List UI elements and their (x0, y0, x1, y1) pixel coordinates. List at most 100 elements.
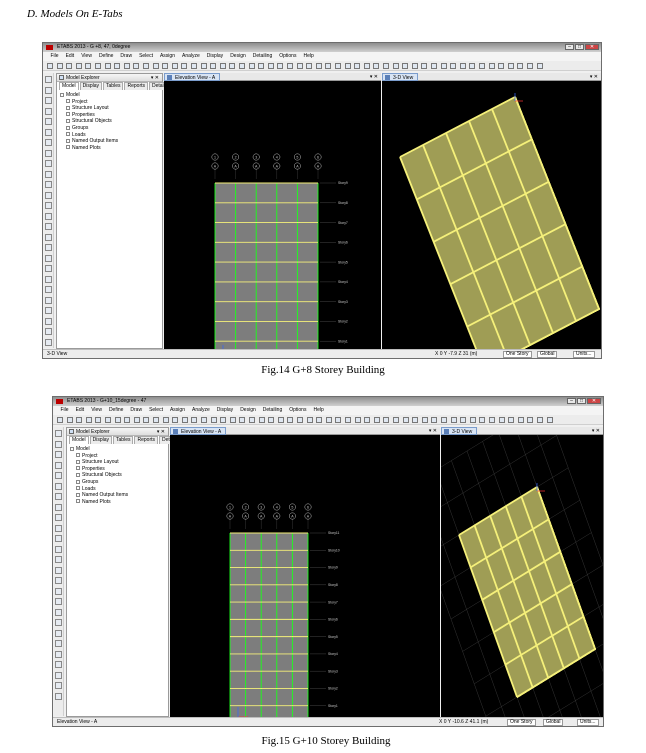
toolbar-tool-icon[interactable] (479, 63, 485, 69)
maximize-button[interactable]: □ (577, 398, 586, 404)
toolbar-tool-icon[interactable] (297, 417, 303, 423)
expand-icon[interactable] (66, 132, 70, 137)
draw-tool-icon[interactable] (55, 545, 62, 553)
story-select[interactable]: One Story (503, 351, 532, 358)
toolbar-tool-icon[interactable] (325, 63, 332, 69)
draw-tool-icon[interactable] (45, 212, 52, 220)
3d-view-tab[interactable]: 3-D View ▾ ✕ (441, 427, 603, 435)
toolbar-tool-icon[interactable] (440, 63, 447, 69)
toolbar-tool-icon[interactable] (507, 63, 514, 69)
toolbar-tool-icon[interactable] (220, 417, 227, 423)
expand-icon[interactable] (76, 492, 80, 497)
draw-tool-icon[interactable] (45, 170, 52, 178)
view-close-icon[interactable]: ▾ ✕ (592, 427, 600, 435)
draw-tool-icon[interactable] (45, 254, 52, 262)
draw-tool-icon[interactable] (45, 202, 52, 209)
toolbar-tool-icon[interactable] (277, 417, 284, 423)
toolbar-tool-icon[interactable] (373, 63, 380, 69)
toolbar-tool-icon[interactable] (354, 63, 361, 69)
menu-design[interactable]: Design (237, 406, 260, 415)
draw-tool-icon[interactable] (55, 598, 62, 605)
toolbar-tool-icon[interactable] (171, 63, 178, 69)
elevation-view[interactable]: Elevation View - A ▾ ✕ 1 A 2 A 3 A 4 A 5 A 6 A Story… (164, 73, 381, 349)
3d-view[interactable]: 3-D View ▾ ✕ (382, 73, 601, 349)
menu-detailing[interactable]: Detailing (249, 52, 275, 61)
draw-tool-icon[interactable] (55, 640, 62, 647)
toolbar-tool-icon[interactable] (268, 417, 275, 423)
toolbar-tool-icon[interactable] (229, 63, 236, 69)
maximize-button[interactable]: □ (575, 44, 584, 50)
3d-model-drawing[interactable] (441, 435, 603, 717)
toolbar-tool-icon[interactable] (344, 63, 351, 69)
toolbar-tool-icon[interactable] (421, 417, 428, 423)
toolbar-tool-icon[interactable] (85, 63, 92, 69)
draw-tool-icon[interactable] (45, 296, 52, 304)
toolbar-tool-icon[interactable] (546, 417, 553, 423)
menu-analyze[interactable]: Analyze (178, 52, 203, 61)
tree-item[interactable]: Named Output Items (70, 492, 128, 499)
toolbar-tool-icon[interactable] (450, 63, 457, 69)
3d-view[interactable]: 3-D View ▾ ✕ (441, 427, 603, 717)
toolbar-tool-icon[interactable] (498, 63, 505, 69)
toolbar-tool-icon[interactable] (76, 417, 83, 423)
tab-model[interactable]: Model (59, 82, 79, 90)
toolbar-tool-icon[interactable] (95, 63, 101, 69)
draw-tool-icon[interactable] (45, 191, 52, 199)
toolbar-tool-icon[interactable] (200, 63, 207, 69)
draw-tool-icon[interactable] (45, 139, 52, 146)
toolbar-tool-icon[interactable] (239, 63, 245, 69)
menu-view[interactable]: View (88, 406, 106, 415)
draw-tool-icon[interactable] (45, 307, 52, 314)
toolbar-tool-icon[interactable] (66, 63, 73, 69)
toolbar-tool-icon[interactable] (191, 417, 198, 423)
toolbar-tool-icon[interactable] (133, 63, 140, 69)
draw-tool-icon[interactable] (55, 440, 62, 448)
collapse-icon[interactable] (60, 92, 64, 97)
draw-tool-icon[interactable] (45, 107, 52, 115)
tab-tables[interactable]: Tables (103, 82, 124, 90)
draw-tool-icon[interactable] (55, 472, 62, 479)
toolbar-tool-icon[interactable] (393, 417, 399, 423)
menu-draw[interactable]: Draw (117, 52, 136, 61)
expand-icon[interactable] (66, 138, 70, 143)
toolbar-tool-icon[interactable] (124, 417, 131, 423)
draw-tool-icon[interactable] (45, 181, 52, 188)
draw-tool-icon[interactable] (55, 461, 62, 469)
toolbar-tool-icon[interactable] (383, 63, 389, 69)
toolbar-tool-icon[interactable] (181, 63, 188, 69)
coord-system-select[interactable]: Global (543, 719, 564, 726)
draw-tool-icon[interactable] (55, 619, 62, 626)
expand-icon[interactable] (76, 459, 80, 464)
draw-tool-icon[interactable] (55, 493, 62, 500)
toolbar-tool-icon[interactable] (537, 417, 543, 423)
tree-item[interactable]: Project (60, 99, 118, 106)
draw-tool-icon[interactable] (55, 524, 62, 532)
toolbar-tool-icon[interactable] (488, 63, 495, 69)
toolbar-tool-icon[interactable] (316, 417, 323, 423)
toolbar-tool-icon[interactable] (306, 63, 313, 69)
toolbar-tool-icon[interactable] (248, 63, 255, 69)
3d-model-drawing[interactable] (382, 81, 601, 349)
toolbar-tool-icon[interactable] (498, 417, 505, 423)
menu-define[interactable]: Define (105, 406, 126, 415)
3d-view-tab[interactable]: 3-D View ▾ ✕ (382, 73, 601, 81)
toolbar-tool-icon[interactable] (315, 63, 322, 69)
menu-file[interactable]: File (47, 52, 62, 61)
draw-tool-icon[interactable] (55, 514, 62, 521)
draw-tool-icon[interactable] (45, 317, 52, 325)
panel-pin-close-icon[interactable]: ▾ ✕ (157, 428, 165, 436)
draw-tool-icon[interactable] (45, 265, 52, 272)
toolbar-tool-icon[interactable] (517, 417, 524, 423)
menu-view[interactable]: View (78, 52, 96, 61)
toolbar-tool-icon[interactable] (469, 63, 476, 69)
toolbar-tool-icon[interactable] (479, 417, 486, 423)
tree-item[interactable]: Groups (60, 125, 118, 132)
expand-icon[interactable] (76, 499, 80, 504)
tree-item[interactable]: Named Plots (70, 499, 128, 506)
menu-display[interactable]: Display (213, 406, 236, 415)
draw-tool-icon[interactable] (55, 629, 62, 637)
draw-tool-icon[interactable] (45, 160, 52, 167)
toolbar-tool-icon[interactable] (431, 417, 438, 423)
menu-design[interactable]: Design (227, 52, 250, 61)
draw-tool-icon[interactable] (45, 328, 52, 335)
